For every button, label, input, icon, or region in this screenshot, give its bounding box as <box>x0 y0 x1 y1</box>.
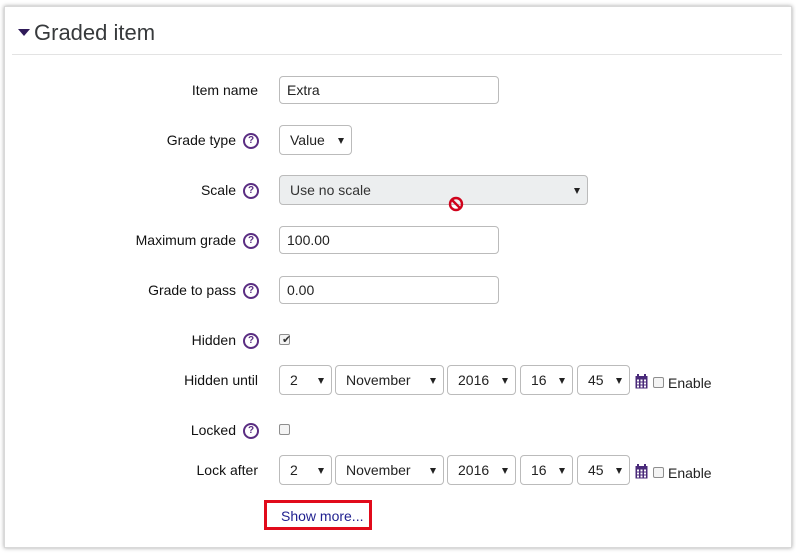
chevron-down-icon <box>502 378 508 384</box>
section-header[interactable]: Graded item <box>12 12 782 55</box>
checkmark-icon: ✔ <box>282 334 292 346</box>
lock-after-year-value: 2016 <box>458 462 490 478</box>
hidden-until-minute-select[interactable]: 45 <box>577 365 630 395</box>
grade-type-label: Grade type <box>166 132 236 148</box>
item-name-value: Extra <box>287 82 320 98</box>
hidden-until-enable-checkbox[interactable] <box>653 377 664 388</box>
lock-after-minute-select[interactable]: 45 <box>577 455 630 485</box>
no-entry-icon <box>448 196 464 212</box>
question-circle-icon[interactable]: ? <box>243 233 259 249</box>
lock-after-day-value: 2 <box>290 462 298 478</box>
lock-after-minute-value: 45 <box>588 462 604 478</box>
question-circle-icon[interactable]: ? <box>243 133 259 149</box>
question-circle-icon[interactable]: ? <box>243 423 259 439</box>
hidden-until-year-select[interactable]: 2016 <box>447 365 516 395</box>
lock-after-label: Lock after <box>196 462 258 478</box>
maximum-grade-label: Maximum grade <box>135 232 236 248</box>
lock-after-hour-value: 16 <box>531 462 547 478</box>
caret-down-icon[interactable] <box>18 29 30 36</box>
lock-after-hour-select[interactable]: 16 <box>520 455 573 485</box>
scale-value: Use no scale <box>290 182 371 198</box>
chevron-down-icon <box>318 378 324 384</box>
chevron-down-icon <box>616 378 622 384</box>
grade-to-pass-input[interactable]: 0.00 <box>279 276 499 304</box>
show-more-highlight: Show more... <box>264 500 372 530</box>
hidden-until-label: Hidden until <box>184 372 258 388</box>
grade-to-pass-value: 0.00 <box>287 282 315 298</box>
section-title[interactable]: Graded item <box>34 20 155 46</box>
grade-type-value: Value <box>290 132 325 148</box>
locked-label: Locked <box>190 422 236 438</box>
hidden-until-hour-select[interactable]: 16 <box>520 365 573 395</box>
question-circle-icon[interactable]: ? <box>243 333 259 349</box>
locked-checkbox[interactable] <box>279 424 290 435</box>
calendar-icon[interactable] <box>635 464 648 479</box>
chevron-down-icon <box>616 468 622 474</box>
grade-type-select[interactable]: Value <box>279 125 352 155</box>
chevron-down-icon <box>559 378 565 384</box>
chevron-down-icon <box>318 468 324 474</box>
question-circle-icon[interactable]: ? <box>243 283 259 299</box>
hidden-label: Hidden <box>191 332 236 348</box>
hidden-until-hour-value: 16 <box>531 372 547 388</box>
question-circle-icon[interactable]: ? <box>243 183 259 199</box>
show-more-link[interactable]: Show more... <box>281 508 363 524</box>
item-name-label: Item name <box>191 82 258 98</box>
lock-after-month-value: November <box>346 462 411 478</box>
hidden-until-month-value: November <box>346 372 411 388</box>
hidden-until-month-select[interactable]: November <box>335 365 444 395</box>
lock-after-enable-label: Enable <box>668 465 712 481</box>
lock-after-month-select[interactable]: November <box>335 455 444 485</box>
chevron-down-icon <box>338 138 344 144</box>
maximum-grade-value: 100.00 <box>287 232 330 248</box>
maximum-grade-input[interactable]: 100.00 <box>279 226 499 254</box>
hidden-until-day-value: 2 <box>290 372 298 388</box>
hidden-until-minute-value: 45 <box>588 372 604 388</box>
hidden-until-year-value: 2016 <box>458 372 490 388</box>
chevron-down-icon <box>559 468 565 474</box>
chevron-down-icon <box>430 468 436 474</box>
item-name-input[interactable]: Extra <box>279 76 499 104</box>
scale-select[interactable]: Use no scale <box>279 175 588 205</box>
grade-to-pass-label: Grade to pass <box>148 282 236 298</box>
lock-after-day-select[interactable]: 2 <box>279 455 332 485</box>
chevron-down-icon <box>502 468 508 474</box>
calendar-icon[interactable] <box>635 374 648 389</box>
chevron-down-icon <box>430 378 436 384</box>
lock-after-enable-checkbox[interactable] <box>653 467 664 478</box>
scale-label: Scale <box>200 182 236 198</box>
hidden-checkbox[interactable]: ✔ <box>279 334 292 346</box>
hidden-until-enable-label: Enable <box>668 375 712 391</box>
lock-after-year-select[interactable]: 2016 <box>447 455 516 485</box>
hidden-until-day-select[interactable]: 2 <box>279 365 332 395</box>
chevron-down-icon <box>574 188 580 194</box>
